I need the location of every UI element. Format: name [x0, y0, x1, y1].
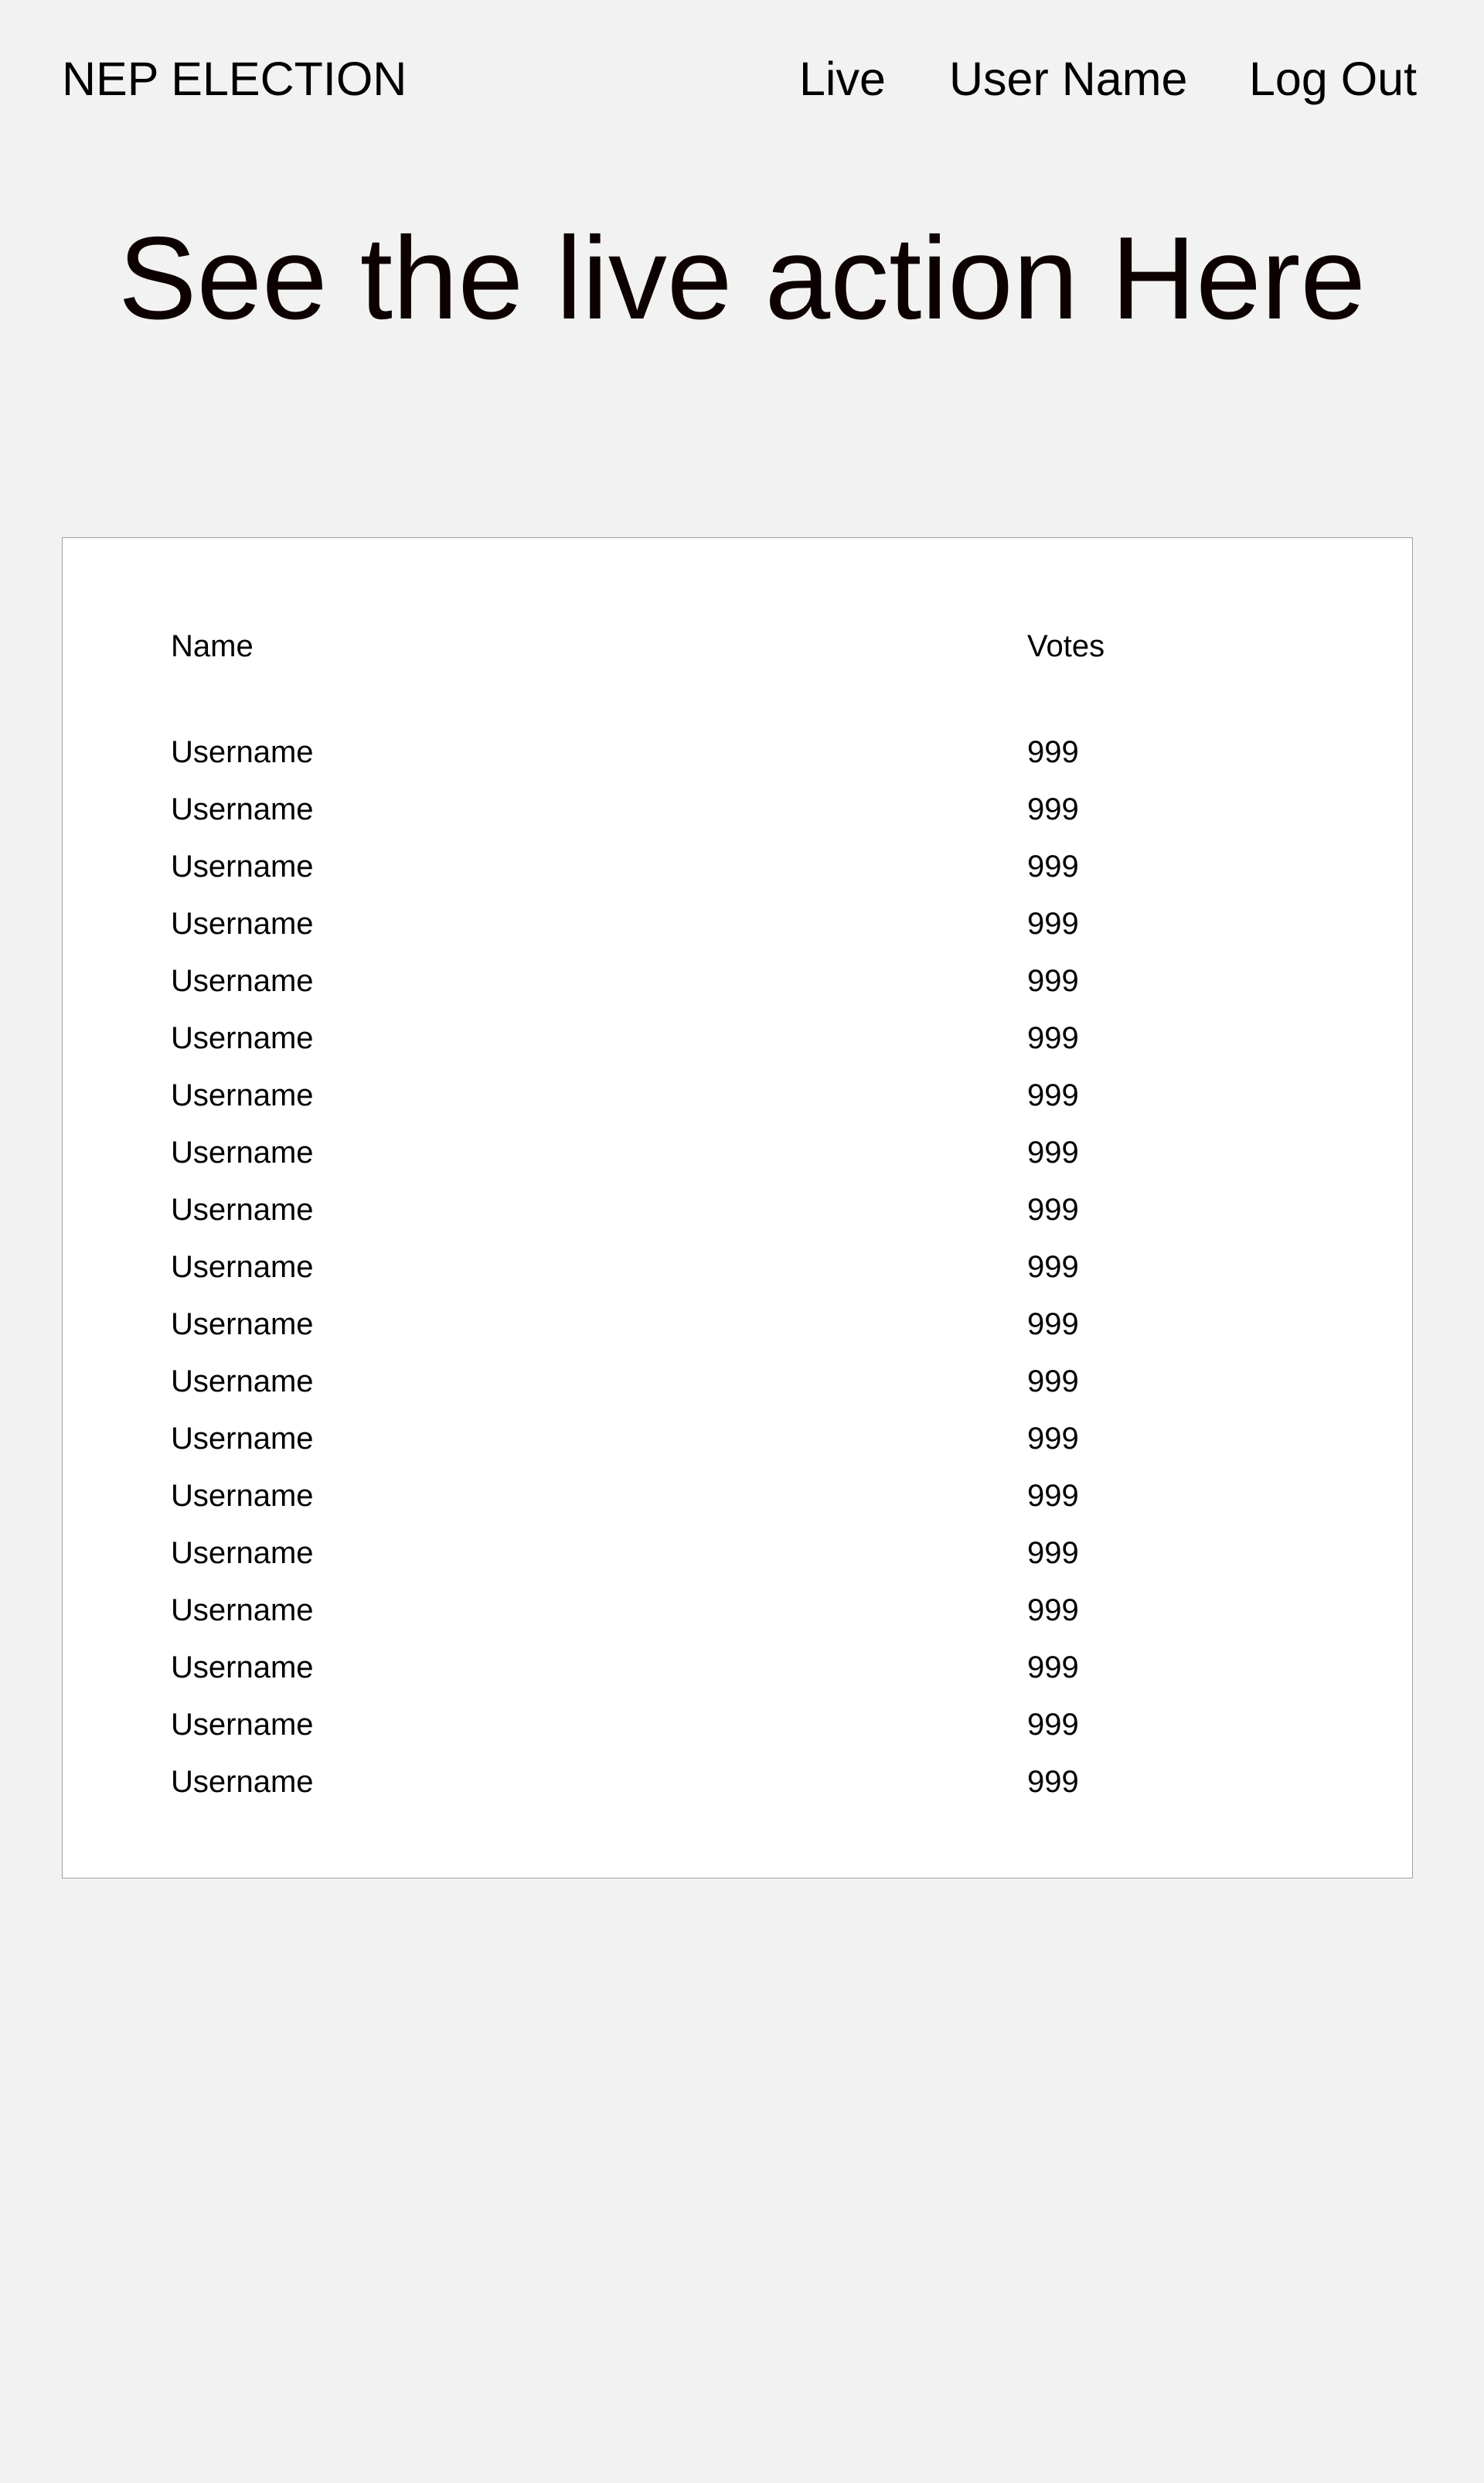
candidate-name: Username: [171, 1765, 314, 1799]
candidate-name: Username: [171, 1136, 314, 1170]
candidate-name: Username: [171, 1536, 314, 1570]
candidate-name: Username: [171, 1078, 314, 1112]
page-title: See the live action Here: [118, 213, 1366, 344]
brand-logo: NEP ELECTION: [62, 53, 407, 105]
vote-count: 999: [1027, 1422, 1079, 1456]
vote-count: 999: [1027, 1593, 1079, 1627]
vote-count: 999: [1027, 1021, 1079, 1055]
vote-count: 999: [1027, 1479, 1079, 1513]
candidate-name: Username: [171, 964, 314, 998]
vote-count: 999: [1027, 907, 1079, 941]
vote-count: 999: [1027, 1765, 1079, 1799]
candidate-name: Username: [171, 1250, 314, 1284]
vote-count: 999: [1027, 792, 1079, 826]
vote-count: 999: [1027, 1193, 1079, 1227]
nav-live-link[interactable]: Live: [799, 51, 886, 107]
vote-count: 999: [1027, 1536, 1079, 1570]
candidate-name: Username: [171, 1708, 314, 1742]
candidate-name: Username: [171, 792, 314, 826]
vote-count: 999: [1027, 1250, 1079, 1284]
nav-user-name-link[interactable]: User Name: [949, 51, 1187, 107]
vote-count: 999: [1027, 1307, 1079, 1341]
candidate-name: Username: [171, 1364, 314, 1398]
vote-count: 999: [1027, 1136, 1079, 1170]
vote-count: 999: [1027, 1364, 1079, 1398]
candidate-name: Username: [171, 1021, 314, 1055]
vote-count: 999: [1027, 850, 1079, 884]
candidate-name: Username: [171, 735, 314, 769]
column-header-name: Name: [171, 629, 254, 663]
column-header-votes: Votes: [1027, 629, 1105, 663]
candidate-name: Username: [171, 907, 314, 941]
vote-count: 999: [1027, 1078, 1079, 1112]
candidate-name: Username: [171, 850, 314, 884]
candidate-name: Username: [171, 1479, 314, 1513]
candidate-name: Username: [171, 1307, 314, 1341]
vote-count: 999: [1027, 964, 1079, 998]
nav-logout-link[interactable]: Log Out: [1249, 51, 1417, 107]
candidate-name: Username: [171, 1422, 314, 1456]
vote-count: 999: [1027, 735, 1079, 769]
vote-count: 999: [1027, 1650, 1079, 1684]
candidate-name: Username: [171, 1650, 314, 1684]
results-table: Name Votes Username 999 Username 999 Usernam…: [62, 537, 1413, 1878]
candidate-name: Username: [171, 1593, 314, 1627]
vote-count: 999: [1027, 1708, 1079, 1742]
candidate-name: Username: [171, 1193, 314, 1227]
